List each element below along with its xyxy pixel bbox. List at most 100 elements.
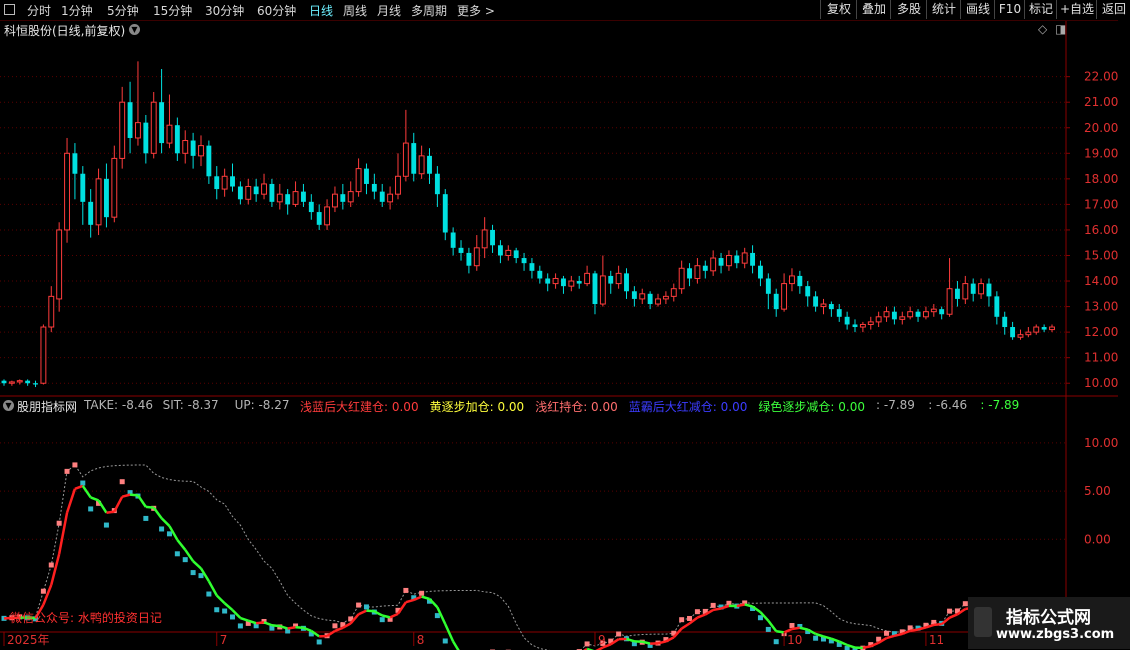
time-axis-label: 7 — [220, 633, 228, 647]
indicator-signal-line — [791, 626, 801, 631]
candle-body — [608, 275, 614, 284]
candle-body — [56, 229, 63, 300]
candle-body — [568, 280, 575, 287]
indicator-step-mark — [694, 609, 700, 615]
toolbar-button-5[interactable]: F10 — [994, 0, 1025, 19]
indicator-signal-line — [744, 603, 753, 608]
candle-body — [1, 380, 7, 384]
toolbar-button-0[interactable]: 复权 — [820, 0, 857, 19]
candle-body — [970, 283, 976, 294]
indicator-step-mark — [230, 614, 236, 620]
period-tab-2[interactable]: 5分钟 — [107, 2, 139, 19]
indicator-step-mark — [765, 626, 771, 632]
candle-body — [387, 193, 394, 203]
period-tab-1[interactable]: 1分钟 — [61, 2, 93, 19]
panel-toggle-icon[interactable]: ◨ — [1055, 22, 1066, 36]
period-tab-6[interactable]: 日线 — [309, 2, 333, 19]
candle-body — [269, 183, 275, 202]
watermark-logo-icon — [974, 607, 992, 637]
candle-body — [994, 296, 1000, 317]
chevron-down-icon[interactable]: ▼ — [3, 400, 14, 411]
price-tick-label: 18.00 — [1084, 172, 1118, 186]
toolbar-button-8[interactable]: 返回 — [1096, 0, 1130, 19]
indicator-step-mark — [687, 615, 693, 621]
indicator-signal-line — [358, 609, 367, 616]
indicator-signal-line — [160, 517, 171, 527]
period-tab-7[interactable]: 周线 — [343, 2, 367, 19]
candle-body — [427, 155, 432, 174]
legend-item-10: : -7.89 — [980, 398, 1020, 412]
candle-body — [955, 288, 960, 299]
candle-body — [765, 278, 771, 294]
price-tick-label: 21.00 — [1084, 95, 1118, 109]
indicator-step-mark — [773, 639, 779, 645]
toolbar-button-6[interactable]: 标记 — [1024, 0, 1057, 19]
candle-body — [725, 254, 732, 267]
candle-body — [624, 273, 629, 292]
candle-body — [820, 303, 827, 308]
indicator-step-mark — [947, 608, 953, 614]
indicator-signal-line — [736, 603, 745, 608]
candle-body — [119, 101, 126, 159]
indicator-step-mark — [206, 591, 212, 597]
toolbar-button-2[interactable]: 多股 — [890, 0, 927, 19]
candle-body — [939, 309, 945, 315]
candle-body — [592, 273, 598, 305]
period-tab-0[interactable]: 分时 — [27, 2, 51, 19]
candle-body — [442, 194, 448, 233]
candle-body — [702, 265, 708, 271]
candle-body — [773, 293, 779, 310]
legend-item-6: 蓝霸后大红减仓: 0.00 — [628, 400, 748, 414]
candle-body — [930, 308, 937, 313]
candle-body — [639, 293, 646, 300]
period-tab-3[interactable]: 15分钟 — [153, 2, 192, 19]
candle-body — [899, 316, 906, 320]
indicator-step-mark — [72, 462, 78, 468]
diamond-icon[interactable]: ◇ — [1038, 22, 1047, 36]
candle-body — [805, 286, 811, 297]
candle-body — [214, 176, 220, 190]
price-tick-label: 12.00 — [1084, 325, 1118, 339]
period-tab-8[interactable]: 月线 — [377, 2, 401, 19]
candle-body — [1002, 316, 1008, 328]
indicator-step-mark — [182, 557, 188, 563]
period-tab-5[interactable]: 60分钟 — [257, 2, 296, 19]
candle-body — [276, 193, 283, 203]
indicator-step-mark — [616, 631, 622, 637]
candle-body — [166, 124, 173, 144]
indicator-step-mark — [363, 604, 369, 610]
indicator-signal-line — [65, 488, 77, 514]
indicator-step-mark — [103, 522, 109, 528]
period-tab-4[interactable]: 30分钟 — [205, 2, 244, 19]
price-tick-label: 19.00 — [1084, 146, 1118, 160]
candle-body — [364, 168, 369, 184]
period-tab-10[interactable]: 更多 > — [457, 2, 495, 19]
candle-body — [490, 229, 495, 246]
indicator-signal-line — [129, 493, 139, 497]
toolbar-button-7[interactable]: +自选 — [1056, 0, 1097, 19]
period-tab-9[interactable]: 多周期 — [411, 2, 447, 19]
indicator-tick-label: 5.00 — [1084, 484, 1111, 498]
toolbar-button-3[interactable]: 统计 — [926, 0, 961, 19]
indicator-signal-line — [421, 595, 430, 601]
chart-canvas[interactable]: 22.00 21.00 20.00 19.00 18.00 17.00 16.00 15.00… — [0, 0, 1130, 650]
indicator-signal-line — [263, 621, 273, 627]
indicator-step-mark — [214, 607, 220, 613]
candle-body — [150, 101, 157, 154]
legend-item-1: SIT: -8.37 — [162, 398, 219, 412]
window-icon[interactable] — [4, 4, 15, 15]
candle-body — [718, 258, 724, 266]
toolbar-button-4[interactable]: 画线 — [960, 0, 995, 19]
indicator-signal-line — [215, 594, 226, 605]
toolbar-button-1[interactable]: 叠加 — [856, 0, 891, 19]
indicator-signal-line — [176, 539, 187, 551]
indicator-step-mark — [119, 479, 125, 485]
indicator-signal-line — [680, 622, 691, 630]
candle-body — [986, 283, 992, 297]
chevron-down-icon[interactable]: ▼ — [129, 24, 140, 35]
candle-body — [324, 206, 331, 226]
indicator-step-mark — [56, 520, 62, 526]
indicator-step-mark — [356, 602, 362, 608]
price-tick-label: 10.00 — [1084, 376, 1118, 390]
candle-body — [710, 257, 717, 272]
